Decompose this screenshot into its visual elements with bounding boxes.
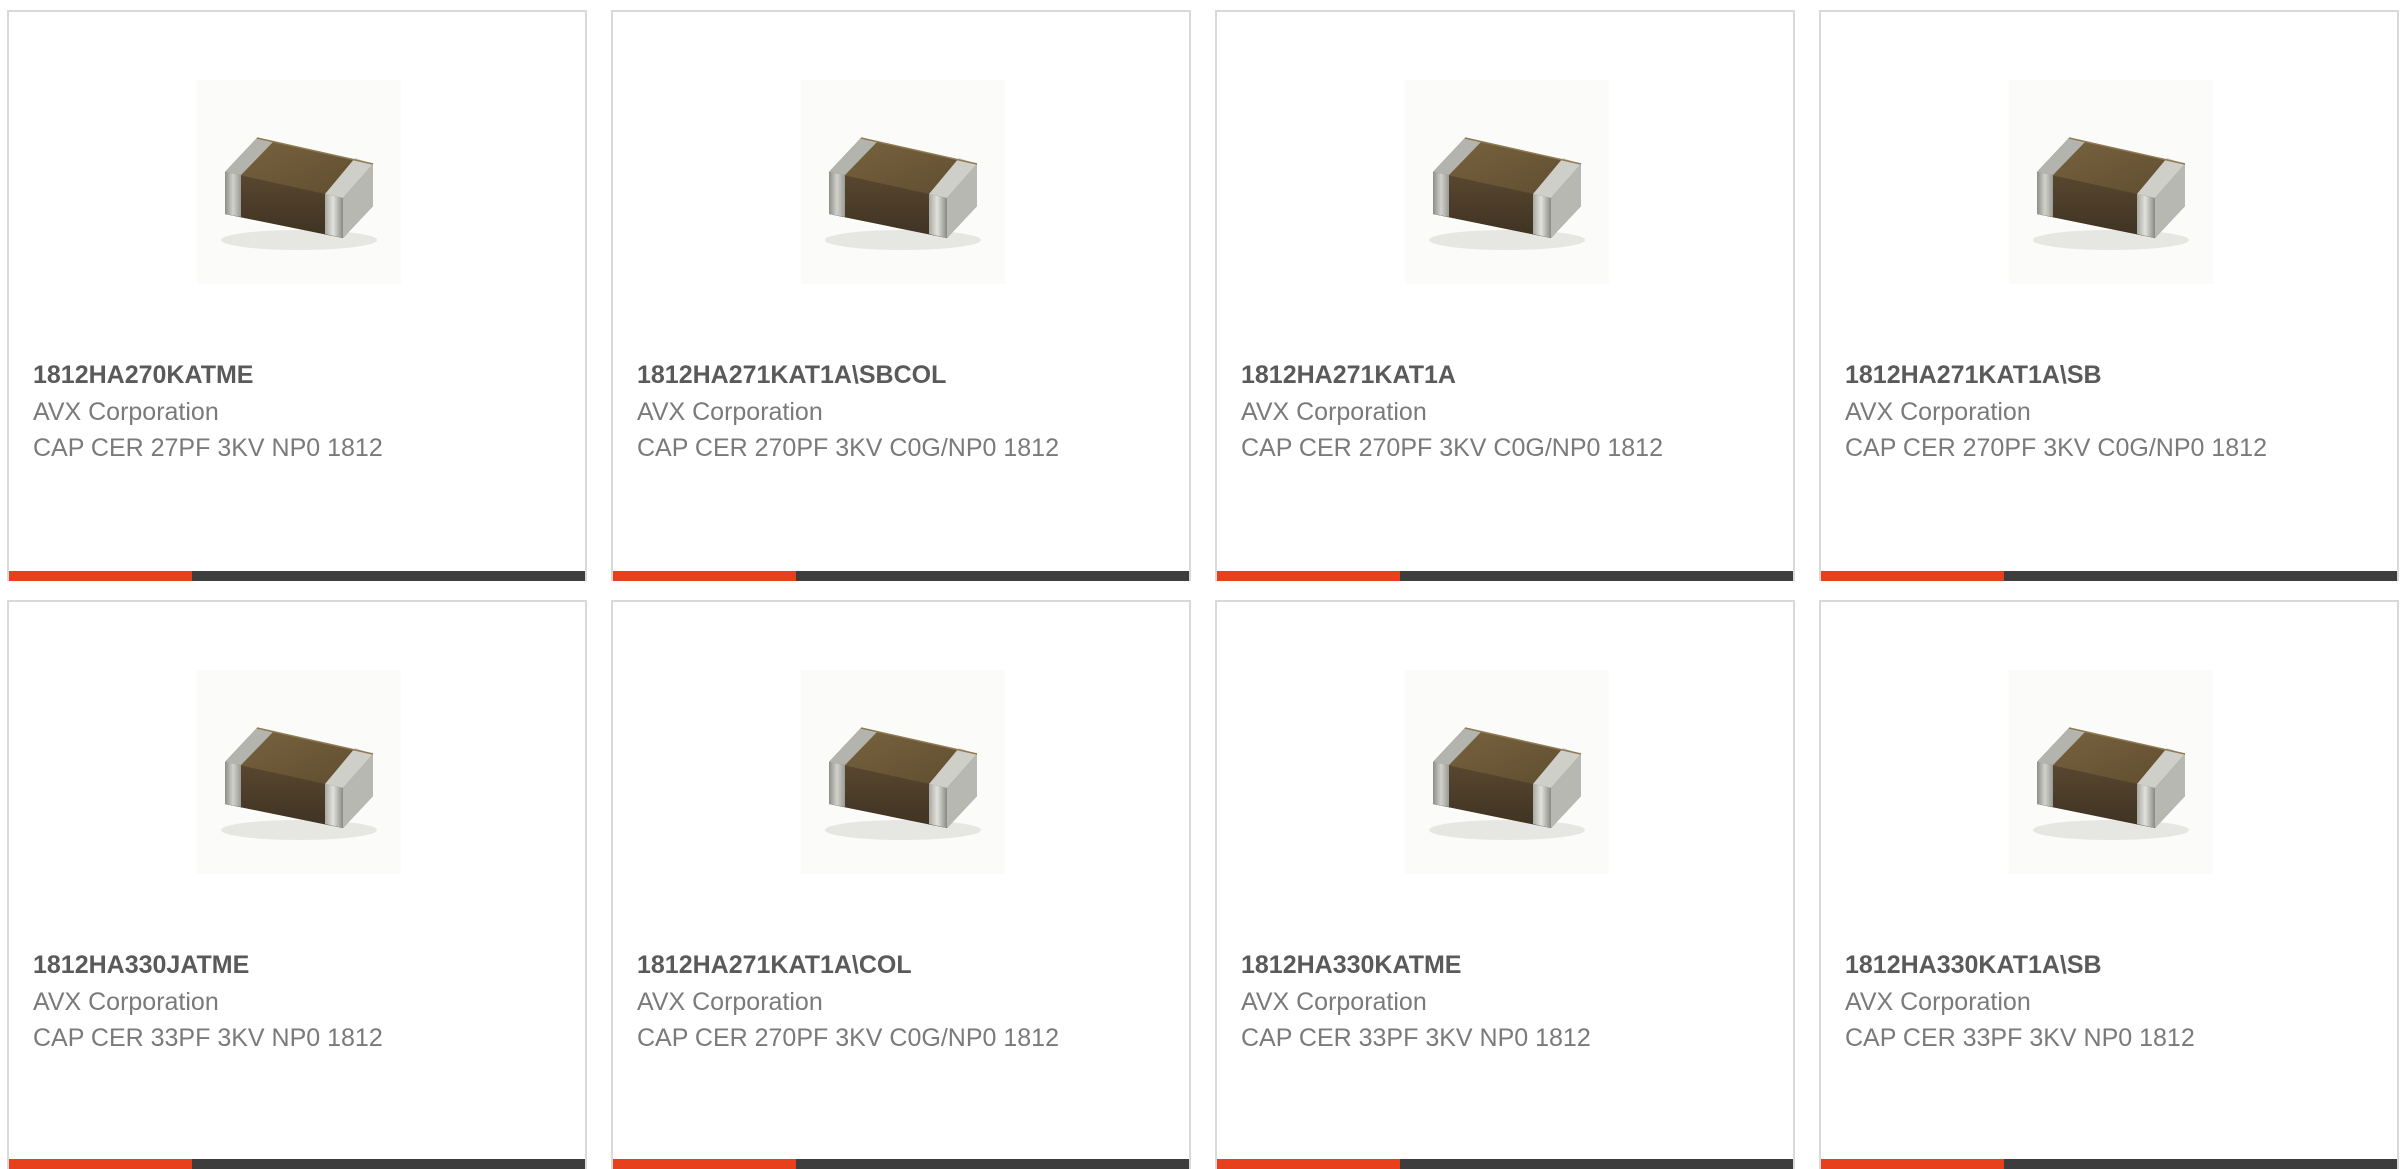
- product-info: 1812HA330KAT1A\SB AVX Corporation CAP CE…: [1845, 946, 2285, 1056]
- accent-bar-dark: [2004, 1159, 2397, 1169]
- accent-bar-orange: [613, 1159, 796, 1169]
- accent-bar-dark: [1400, 571, 1793, 581]
- part-number-link[interactable]: 1812HA330KAT1A\SB: [1845, 946, 2285, 984]
- accent-bar-orange: [1821, 571, 2004, 581]
- product-info: 1812HA330KATME AVX Corporation CAP CER 3…: [1241, 946, 1681, 1056]
- manufacturer-label: AVX Corporation: [33, 988, 219, 1016]
- part-number-link[interactable]: 1812HA271KAT1A\SBCOL: [637, 356, 1077, 394]
- product-description: CAP CER 270PF 3KV C0G/NP0 1812: [1845, 434, 2267, 462]
- accent-bar-orange: [1217, 1159, 1400, 1169]
- manufacturer-label: AVX Corporation: [1845, 988, 2031, 1016]
- card-accent-bar: [1821, 571, 2397, 581]
- accent-bar-dark: [192, 1159, 585, 1169]
- card-accent-bar: [1217, 1159, 1793, 1169]
- product-description: CAP CER 33PF 3KV NP0 1812: [33, 1024, 383, 1052]
- product-card[interactable]: 1812HA330KAT1A\SB AVX Corporation CAP CE…: [1819, 600, 2399, 1169]
- product-grid: 1812HA270KATME AVX Corporation CAP CER 2…: [0, 0, 2400, 1169]
- product-description: CAP CER 270PF 3KV C0G/NP0 1812: [637, 434, 1059, 462]
- product-card[interactable]: 1812HA271KAT1A\COL AVX Corporation CAP C…: [611, 600, 1191, 1169]
- ceramic-capacitor-chip-icon[interactable]: [197, 670, 401, 874]
- manufacturer-label: AVX Corporation: [637, 988, 823, 1016]
- part-number-link[interactable]: 1812HA271KAT1A\SB: [1845, 356, 2285, 394]
- accent-bar-dark: [796, 571, 1189, 581]
- product-card[interactable]: 1812HA330JATME AVX Corporation CAP CER 3…: [7, 600, 587, 1169]
- product-info: 1812HA271KAT1A\SBCOL AVX Corporation CAP…: [637, 356, 1077, 466]
- card-accent-bar: [1821, 1159, 2397, 1169]
- manufacturer-label: AVX Corporation: [637, 398, 823, 426]
- accent-bar-orange: [9, 1159, 192, 1169]
- accent-bar-dark: [2004, 571, 2397, 581]
- card-accent-bar: [1217, 571, 1793, 581]
- product-info: 1812HA270KATME AVX Corporation CAP CER 2…: [33, 356, 473, 466]
- product-description: CAP CER 33PF 3KV NP0 1812: [1241, 1024, 1591, 1052]
- accent-bar-orange: [613, 571, 796, 581]
- card-accent-bar: [9, 571, 585, 581]
- part-number-link[interactable]: 1812HA330KATME: [1241, 946, 1681, 984]
- product-card[interactable]: 1812HA271KAT1A AVX Corporation CAP CER 2…: [1215, 10, 1795, 581]
- accent-bar-dark: [192, 571, 585, 581]
- product-description: CAP CER 27PF 3KV NP0 1812: [33, 434, 383, 462]
- ceramic-capacitor-chip-icon[interactable]: [1405, 670, 1609, 874]
- card-accent-bar: [613, 1159, 1189, 1169]
- accent-bar-orange: [1217, 571, 1400, 581]
- ceramic-capacitor-chip-icon[interactable]: [1405, 80, 1609, 284]
- product-card[interactable]: 1812HA270KATME AVX Corporation CAP CER 2…: [7, 10, 587, 581]
- part-number-link[interactable]: 1812HA271KAT1A\COL: [637, 946, 1077, 984]
- ceramic-capacitor-chip-icon[interactable]: [2009, 80, 2213, 284]
- card-accent-bar: [613, 571, 1189, 581]
- product-description: CAP CER 270PF 3KV C0G/NP0 1812: [637, 1024, 1059, 1052]
- ceramic-capacitor-chip-icon[interactable]: [197, 80, 401, 284]
- part-number-link[interactable]: 1812HA271KAT1A: [1241, 356, 1681, 394]
- product-info: 1812HA271KAT1A AVX Corporation CAP CER 2…: [1241, 356, 1681, 466]
- accent-bar-orange: [1821, 1159, 2004, 1169]
- product-description: CAP CER 33PF 3KV NP0 1812: [1845, 1024, 2195, 1052]
- manufacturer-label: AVX Corporation: [33, 398, 219, 426]
- product-card[interactable]: 1812HA271KAT1A\SB AVX Corporation CAP CE…: [1819, 10, 2399, 581]
- product-description: CAP CER 270PF 3KV C0G/NP0 1812: [1241, 434, 1663, 462]
- accent-bar-orange: [9, 571, 192, 581]
- product-info: 1812HA271KAT1A\COL AVX Corporation CAP C…: [637, 946, 1077, 1056]
- product-info: 1812HA271KAT1A\SB AVX Corporation CAP CE…: [1845, 356, 2285, 466]
- ceramic-capacitor-chip-icon[interactable]: [801, 670, 1005, 874]
- manufacturer-label: AVX Corporation: [1241, 988, 1427, 1016]
- manufacturer-label: AVX Corporation: [1845, 398, 2031, 426]
- ceramic-capacitor-chip-icon[interactable]: [801, 80, 1005, 284]
- part-number-link[interactable]: 1812HA330JATME: [33, 946, 473, 984]
- manufacturer-label: AVX Corporation: [1241, 398, 1427, 426]
- part-number-link[interactable]: 1812HA270KATME: [33, 356, 473, 394]
- accent-bar-dark: [796, 1159, 1189, 1169]
- card-accent-bar: [9, 1159, 585, 1169]
- product-info: 1812HA330JATME AVX Corporation CAP CER 3…: [33, 946, 473, 1056]
- ceramic-capacitor-chip-icon[interactable]: [2009, 670, 2213, 874]
- accent-bar-dark: [1400, 1159, 1793, 1169]
- product-card[interactable]: 1812HA330KATME AVX Corporation CAP CER 3…: [1215, 600, 1795, 1169]
- product-card[interactable]: 1812HA271KAT1A\SBCOL AVX Corporation CAP…: [611, 10, 1191, 581]
